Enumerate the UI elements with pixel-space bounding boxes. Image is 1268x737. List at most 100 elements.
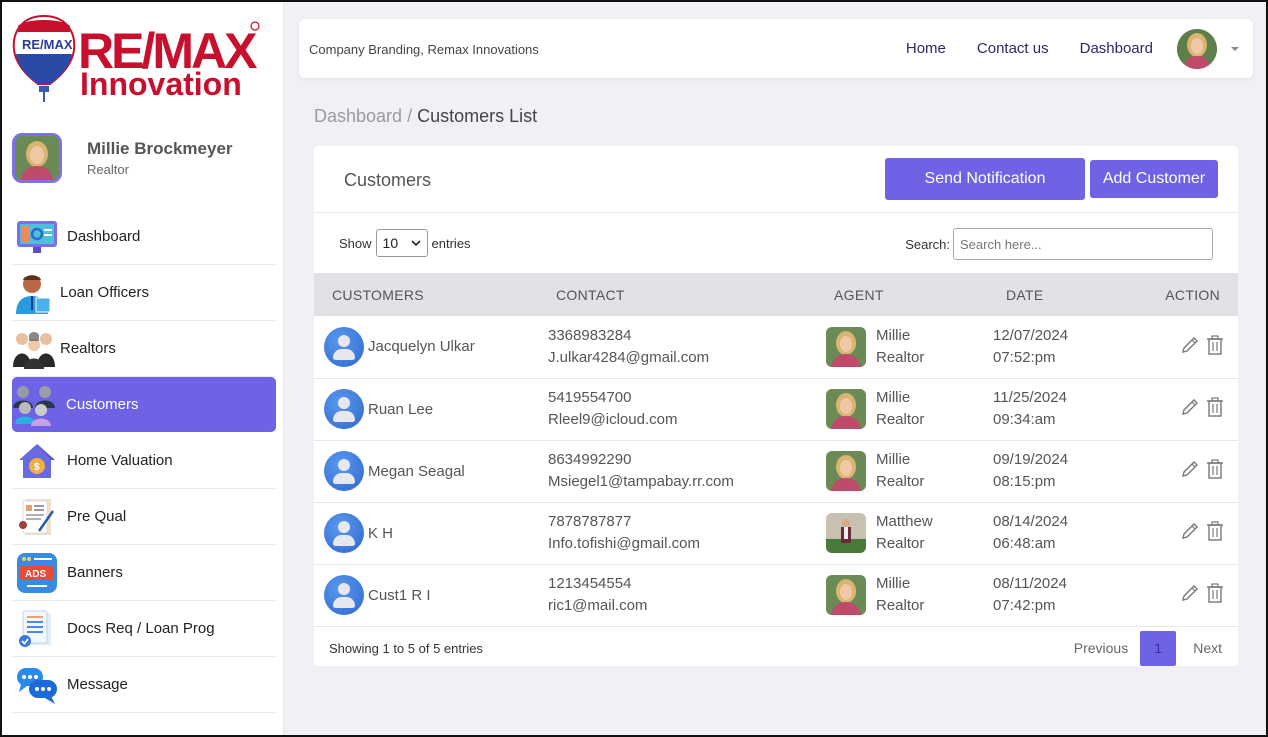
- page-size-select[interactable]: 10: [375, 229, 428, 257]
- agent-name: Millie: [876, 451, 911, 468]
- page-size-value: 10: [382, 235, 399, 251]
- edit-pencil-icon[interactable]: [1180, 521, 1200, 545]
- agent-role: Realtor: [876, 348, 925, 366]
- created-date: 12/07/2024: [993, 326, 1069, 344]
- sidebar-item-label: Realtors: [60, 340, 116, 357]
- nav-link-contact-us[interactable]: Contact us: [977, 40, 1049, 57]
- ads-banner-icon: ADS: [15, 551, 59, 595]
- table-row: Cust1 R I 1213454554 ric1@mail.com Millie Re…: [314, 564, 1238, 626]
- pagination: Previous 1 Next: [1074, 630, 1238, 666]
- nav-link-home[interactable]: Home: [906, 40, 946, 57]
- user-avatar-menu[interactable]: [1177, 28, 1217, 69]
- search-label: Search:: [905, 236, 950, 252]
- loan-officer-icon: [12, 271, 56, 315]
- customer-name: Megan Seagal: [368, 462, 465, 480]
- balloon-icon: RE/MAX: [12, 14, 76, 102]
- card-header: Customers Send Notification Add Customer: [314, 146, 1238, 213]
- breadcrumb-dashboard-link[interactable]: Dashboard: [314, 106, 402, 126]
- column-header-contact[interactable]: CONTACT: [538, 273, 816, 316]
- house-dollar-icon: $: [15, 439, 59, 483]
- sidebar-item-label: Banners: [67, 564, 123, 581]
- column-header-customers[interactable]: CUSTOMERS: [314, 273, 538, 316]
- delete-trash-icon[interactable]: [1206, 583, 1224, 607]
- delete-trash-icon[interactable]: [1206, 459, 1224, 483]
- customer-email: J.ulkar4284@gmail.com: [548, 348, 710, 366]
- created-date: 08/14/2024: [993, 513, 1069, 530]
- svg-text:ADS: ADS: [25, 569, 46, 580]
- add-customer-button[interactable]: Add Customer: [1090, 160, 1218, 198]
- svg-text:$: $: [34, 462, 40, 473]
- edit-pencil-icon[interactable]: [1180, 397, 1200, 421]
- profile-name: Millie Brockmeyer: [87, 139, 233, 158]
- sidebar-item-label: Dashboard: [67, 228, 141, 245]
- showing-entries-info: Showing 1 to 5 of 5 entries: [329, 640, 483, 656]
- show-label: Show: [339, 235, 372, 251]
- table-row: Megan Seagal 8634992290 Msiegel1@tampabay.…: [314, 440, 1238, 502]
- sidebar-item-loan-officers[interactable]: Loan Officers: [12, 265, 276, 321]
- sidebar-item-customers[interactable]: Customers: [12, 377, 276, 432]
- sidebar-item-docs-req-loan-prog[interactable]: Docs Req / Loan Prog: [12, 601, 276, 657]
- customer-email: ric1@mail.com: [548, 597, 648, 614]
- realtors-group-icon: [12, 327, 56, 371]
- profile-avatar: [12, 133, 62, 183]
- search-input[interactable]: [953, 228, 1213, 260]
- checklist-docs-icon: [15, 607, 59, 651]
- sidebar-item-label: Customers: [66, 396, 139, 413]
- chevron-down-icon: [410, 240, 421, 247]
- edit-pencil-icon[interactable]: [1180, 335, 1200, 359]
- profile-role: Realtor: [87, 162, 129, 177]
- sidebar-item-message[interactable]: Message: [12, 657, 276, 713]
- customers-table: CUSTOMERS CONTACT AGENT DATE ACTION Jacq…: [314, 273, 1238, 627]
- customer-name: K H: [368, 524, 394, 542]
- agent-name: Matthew: [876, 513, 933, 530]
- customer-email: Info.tofishi@gmail.com: [548, 535, 700, 552]
- svg-text:RE/MAX: RE/MAX: [22, 37, 73, 52]
- user-placeholder-icon: [324, 326, 364, 367]
- created-time: 08:15:pm: [993, 473, 1056, 490]
- entries-label: entries: [431, 235, 471, 251]
- agent-photo: [826, 451, 866, 491]
- agent-role: Realtor: [876, 473, 925, 490]
- sidebar-item-pre-qual[interactable]: Pre Qual: [12, 489, 276, 545]
- column-header-agent[interactable]: AGENT: [816, 273, 988, 316]
- card-title: Customers: [344, 170, 432, 190]
- agent-role: Realtor: [876, 411, 925, 428]
- sidebar-item-home-valuation[interactable]: $ Home Valuation: [12, 433, 276, 489]
- created-time: 09:34:am: [993, 411, 1056, 428]
- delete-trash-icon[interactable]: [1206, 335, 1224, 359]
- edit-pencil-icon[interactable]: [1180, 459, 1200, 483]
- send-notification-button[interactable]: Send Notification: [885, 158, 1085, 200]
- pagination-page-1[interactable]: 1: [1140, 630, 1177, 666]
- user-profile[interactable]: Millie Brockmeyer Realtor: [12, 133, 233, 183]
- sidebar-item-realtors[interactable]: Realtors: [12, 321, 276, 377]
- remax-innovation-logo[interactable]: RE/MAX RE/MAX Innovation: [10, 12, 262, 107]
- nav-link-dashboard[interactable]: Dashboard: [1080, 40, 1153, 57]
- sidebar-item-label: Message: [67, 676, 128, 693]
- column-header-action: ACTION: [1165, 286, 1220, 303]
- edit-pencil-icon[interactable]: [1180, 583, 1200, 607]
- top-nav-links: Home Contact us Dashboard: [875, 19, 1239, 78]
- pagination-previous[interactable]: Previous: [1074, 640, 1128, 656]
- delete-trash-icon[interactable]: [1206, 521, 1224, 545]
- agent-photo: [826, 575, 866, 615]
- sidebar-item-dashboard[interactable]: Dashboard: [12, 209, 276, 265]
- page-size-control: Show 10 entries: [339, 229, 471, 257]
- table-footer: Showing 1 to 5 of 5 entries Previous 1 N…: [314, 627, 1238, 667]
- user-placeholder-icon: [324, 575, 364, 615]
- customer-phone: 8634992290: [548, 451, 632, 468]
- sidebar-item-banners[interactable]: ADS Banners: [12, 545, 276, 601]
- breadcrumb-separator: /: [407, 106, 413, 126]
- customer-email: Msiegel1@tampabay.rr.com: [548, 473, 734, 490]
- customer-name: Cust1 R I: [368, 586, 431, 604]
- chevron-down-icon[interactable]: [1231, 46, 1239, 51]
- table-row: K H 7878787877 Info.tofishi@gmail.com Matth…: [314, 502, 1238, 564]
- delete-trash-icon[interactable]: [1206, 397, 1224, 421]
- user-placeholder-icon: [324, 513, 364, 553]
- pagination-next[interactable]: Next: [1193, 640, 1222, 656]
- table-row: Ruan Lee 5419554700 Rleel9@icloud.com Milli…: [314, 378, 1238, 440]
- column-header-date[interactable]: DATE: [988, 273, 1118, 316]
- created-date: 09/19/2024: [993, 451, 1069, 468]
- agent-name: Millie: [876, 326, 911, 344]
- monitor-dashboard-icon: [15, 215, 59, 259]
- created-time: 07:42:pm: [993, 597, 1056, 614]
